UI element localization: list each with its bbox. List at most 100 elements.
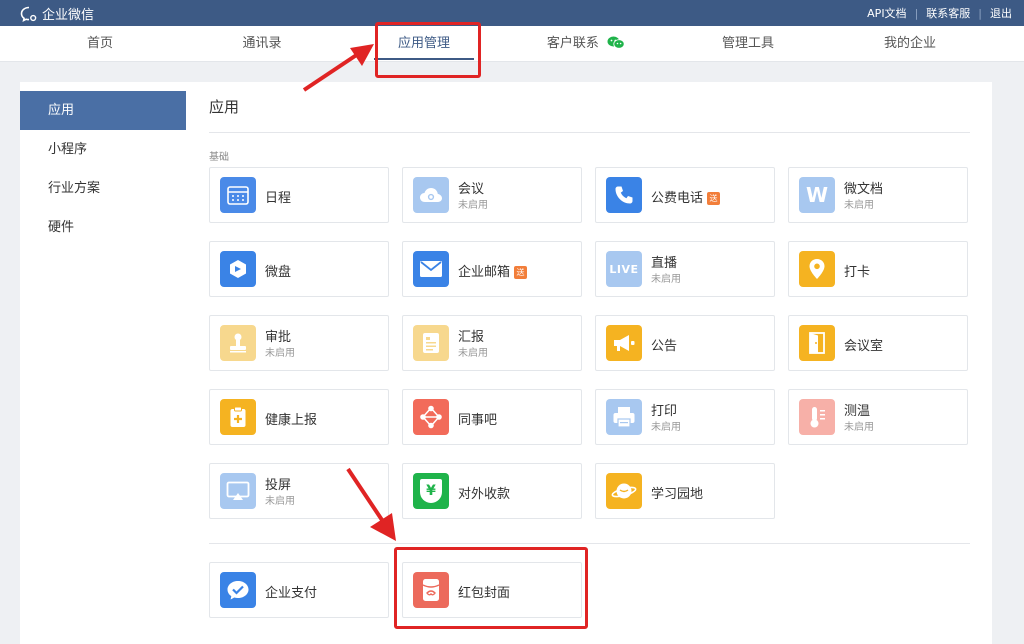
highlight-box-app-management bbox=[375, 22, 481, 78]
report-icon bbox=[413, 325, 449, 361]
app-name: 日程 bbox=[265, 191, 292, 206]
sidebar-item-industry-solutions[interactable]: 行业方案 bbox=[20, 169, 186, 208]
door-icon bbox=[799, 325, 835, 361]
wework-logo-icon bbox=[20, 6, 37, 22]
planet-icon bbox=[606, 473, 642, 509]
app-card-temperature[interactable]: 测温 未启用 bbox=[788, 389, 968, 445]
app-name: 打印 bbox=[651, 404, 678, 419]
app-card-learning[interactable]: 学习园地 bbox=[595, 463, 775, 519]
app-name: 投屏 bbox=[265, 478, 292, 493]
app-card-checkin[interactable]: 打卡 bbox=[788, 241, 968, 297]
app-name: 企业支付 bbox=[265, 586, 318, 601]
top-links: API文档 | 联系客服 | 退出 bbox=[867, 5, 1012, 21]
app-name: 公告 bbox=[651, 339, 678, 354]
app-card-meeting[interactable]: 会议 未启用 bbox=[402, 167, 582, 223]
location-pin-icon bbox=[799, 251, 835, 287]
app-card-wedrive[interactable]: 微盘 bbox=[209, 241, 389, 297]
drive-icon bbox=[220, 251, 256, 287]
cloud-icon bbox=[413, 177, 449, 213]
gift-badge: 送 bbox=[514, 266, 528, 279]
app-card-schedule[interactable]: 日程 bbox=[209, 167, 389, 223]
top-bar: 企业微信 API文档 | 联系客服 | 退出 bbox=[0, 0, 1024, 26]
app-card-public-phone[interactable]: 公费电话送 bbox=[595, 167, 775, 223]
app-status: 未启用 bbox=[651, 274, 681, 285]
section-label: 基础 bbox=[209, 152, 229, 163]
yuan-symbol: ¥ bbox=[426, 483, 436, 499]
pay-check-icon bbox=[220, 572, 256, 608]
live-icon-text: LIVE bbox=[609, 262, 639, 276]
app-status: 未启用 bbox=[265, 496, 295, 507]
phone-icon bbox=[606, 177, 642, 213]
printer-icon bbox=[606, 399, 642, 435]
app-name: 微文档 bbox=[844, 182, 884, 197]
app-card-colleagues[interactable]: 同事吧 bbox=[402, 389, 582, 445]
app-name: 对外收款 bbox=[458, 487, 511, 502]
app-card-announcement[interactable]: 公告 bbox=[595, 315, 775, 371]
tab-management-tools[interactable]: 管理工具 bbox=[688, 26, 808, 62]
annotation-arrow-icon bbox=[346, 467, 396, 541]
app-card-report[interactable]: 汇报 未启用 bbox=[402, 315, 582, 371]
sidebar-item-hardware[interactable]: 硬件 bbox=[20, 208, 186, 247]
main-nav: 首页 通讯录 应用管理 客户联系 管理工具 我的企业 bbox=[0, 26, 1024, 62]
highlight-box-red-packet-cover bbox=[394, 547, 588, 629]
app-name: 微盘 bbox=[265, 265, 292, 280]
divider bbox=[209, 132, 970, 133]
app-name-text: 公费电话 bbox=[651, 191, 704, 206]
brand-name: 企业微信 bbox=[42, 8, 95, 23]
sidebar: 应用 小程序 行业方案 硬件 bbox=[20, 82, 186, 644]
app-status: 未启用 bbox=[458, 348, 488, 359]
tab-my-enterprise[interactable]: 我的企业 bbox=[850, 26, 970, 62]
link-separator: | bbox=[978, 6, 982, 20]
app-name-text: 企业邮箱 bbox=[458, 265, 511, 280]
app-card-wedoc[interactable]: W 微文档 未启用 bbox=[788, 167, 968, 223]
app-name: 会议室 bbox=[844, 339, 884, 354]
screen-cast-icon bbox=[220, 473, 256, 509]
wechat-icon bbox=[607, 36, 625, 49]
app-card-meeting-room[interactable]: 会议室 bbox=[788, 315, 968, 371]
gift-badge: 送 bbox=[707, 192, 721, 205]
app-status: 未启用 bbox=[844, 200, 874, 211]
app-name: 健康上报 bbox=[265, 413, 318, 428]
page-title: 应用 bbox=[209, 98, 240, 116]
sidebar-item-mini-programs[interactable]: 小程序 bbox=[20, 130, 186, 169]
app-name: 学习园地 bbox=[651, 487, 704, 502]
annotation-arrow-icon bbox=[302, 44, 374, 92]
app-card-print[interactable]: 打印 未启用 bbox=[595, 389, 775, 445]
mail-icon bbox=[413, 251, 449, 287]
app-card-enterprise-pay[interactable]: 企业支付 bbox=[209, 562, 389, 618]
tab-customer-contact[interactable]: 客户联系 bbox=[526, 26, 646, 62]
contact-support-link[interactable]: 联系客服 bbox=[926, 5, 970, 21]
app-name: 同事吧 bbox=[458, 413, 498, 428]
app-status: 未启用 bbox=[265, 348, 295, 359]
app-name: 直播 bbox=[651, 256, 678, 271]
app-name: 会议 bbox=[458, 182, 485, 197]
tab-home[interactable]: 首页 bbox=[40, 26, 160, 62]
app-card-enterprise-mail[interactable]: 企业邮箱送 bbox=[402, 241, 582, 297]
app-name: 打卡 bbox=[844, 265, 871, 280]
app-name: 企业邮箱送 bbox=[458, 261, 528, 280]
app-name: 审批 bbox=[265, 330, 292, 345]
sidebar-item-apps[interactable]: 应用 bbox=[20, 91, 186, 130]
health-icon bbox=[220, 399, 256, 435]
network-icon bbox=[413, 399, 449, 435]
app-name: 公费电话送 bbox=[651, 187, 721, 206]
brand[interactable]: 企业微信 bbox=[20, 4, 94, 23]
tab-label: 首页 bbox=[86, 36, 113, 51]
app-card-approval[interactable]: 审批 未启用 bbox=[209, 315, 389, 371]
tab-label: 管理工具 bbox=[721, 36, 774, 51]
app-status: 未启用 bbox=[844, 422, 874, 433]
tab-label: 客户联系 bbox=[546, 36, 599, 51]
document-w-icon: W bbox=[799, 177, 835, 213]
link-separator: | bbox=[914, 6, 919, 20]
app-card-health-report[interactable]: 健康上报 bbox=[209, 389, 389, 445]
payment-icon: ¥ bbox=[413, 473, 449, 509]
app-card-live[interactable]: LIVE 直播 未启用 bbox=[595, 241, 775, 297]
stamp-icon bbox=[220, 325, 256, 361]
thermometer-icon bbox=[799, 399, 835, 435]
api-docs-link[interactable]: API文档 bbox=[867, 5, 906, 21]
app-name: 测温 bbox=[844, 404, 871, 419]
divider bbox=[209, 543, 970, 544]
app-card-external-payment[interactable]: ¥ 对外收款 bbox=[402, 463, 582, 519]
app-name: 汇报 bbox=[458, 330, 485, 345]
logout-link[interactable]: 退出 bbox=[990, 5, 1012, 21]
